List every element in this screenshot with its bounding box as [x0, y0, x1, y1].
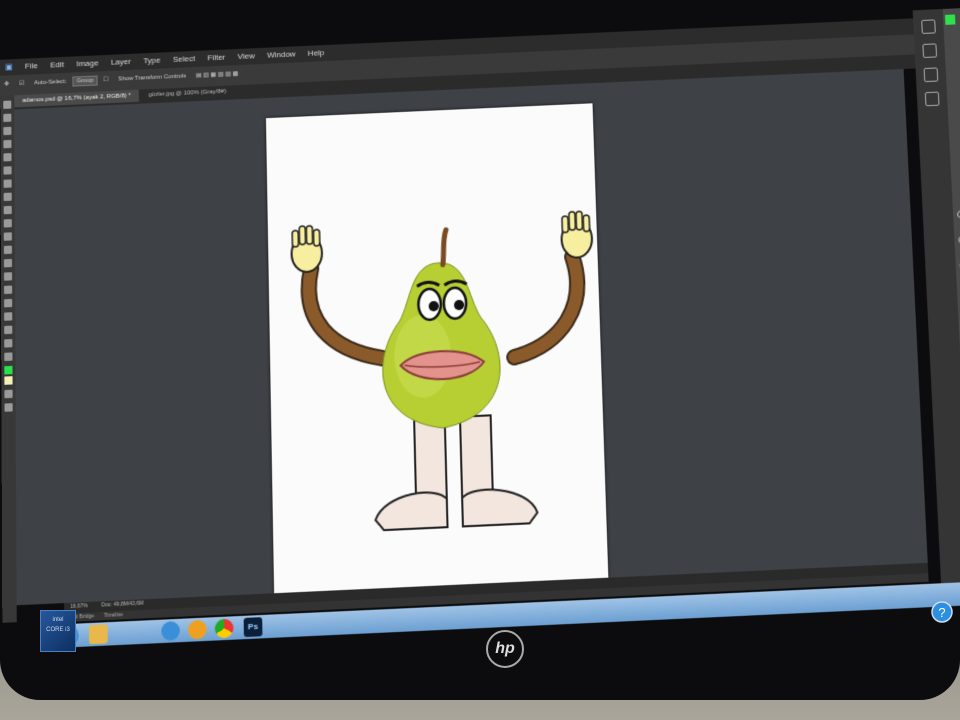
marquee-tool-icon[interactable]: [3, 113, 12, 123]
zoom-tool-icon[interactable]: [4, 352, 13, 362]
menu-window[interactable]: Window: [262, 46, 301, 60]
color-panel-swatch[interactable]: [944, 14, 956, 25]
crop-tool-icon[interactable]: [3, 153, 12, 162]
move-tool-icon[interactable]: [3, 100, 12, 109]
explorer-taskbar-icon[interactable]: [88, 624, 108, 645]
tab-timeline[interactable]: Timeline: [100, 611, 128, 621]
align-icons[interactable]: ▤ ▥ ▦ ▧ ▨ ▩: [192, 65, 243, 79]
transform-controls-label: Show Transform Controls: [118, 73, 187, 83]
blur-tool-icon[interactable]: [3, 258, 13, 268]
background-color-swatch[interactable]: [4, 376, 13, 385]
intel-sub-label: CORE i3: [46, 627, 70, 633]
photoshop-taskbar-icon[interactable]: Ps: [243, 617, 263, 638]
brush-tool-icon[interactable]: [3, 192, 12, 202]
canvas-workspace: [14, 68, 928, 606]
auto-select-checkbox[interactable]: ☑: [15, 75, 29, 88]
ie-taskbar-icon[interactable]: [161, 620, 180, 641]
menu-layer[interactable]: Layer: [106, 54, 136, 67]
healing-brush-tool-icon[interactable]: [3, 179, 12, 188]
left-glove-icon: [291, 225, 322, 272]
menu-filter[interactable]: Filter: [202, 49, 230, 63]
type-tool-icon[interactable]: [4, 298, 13, 308]
menu-edit[interactable]: Edit: [45, 57, 69, 70]
menu-file[interactable]: File: [20, 58, 43, 71]
ps-logo-icon: ▣: [5, 62, 13, 72]
dodge-tool-icon[interactable]: [3, 272, 13, 281]
svg-text:?: ?: [938, 605, 945, 620]
lasso-tool-icon[interactable]: [3, 126, 12, 136]
clone-stamp-tool-icon[interactable]: [3, 205, 12, 215]
document-canvas[interactable]: [265, 103, 608, 594]
gradient-tool-icon[interactable]: [3, 245, 12, 255]
properties-panel-icon[interactable]: [922, 43, 938, 59]
quick-mask-icon[interactable]: [4, 389, 13, 399]
media-player-taskbar-icon[interactable]: [187, 619, 207, 640]
help-icon[interactable]: ?: [930, 600, 954, 624]
quick-select-tool-icon[interactable]: [3, 139, 12, 149]
adjustments-panel-icon[interactable]: [924, 91, 940, 107]
chrome-taskbar-icon[interactable]: [214, 618, 234, 639]
eraser-tool-icon[interactable]: [3, 232, 12, 241]
pen-tool-icon[interactable]: [4, 285, 13, 295]
hp-logo: hp: [486, 630, 524, 668]
menu-help[interactable]: Help: [303, 45, 330, 58]
auto-select-dropdown[interactable]: Group: [72, 75, 98, 87]
shape-tool-icon[interactable]: [4, 325, 13, 335]
pear-character-illustration: [266, 103, 608, 593]
hand-tool-icon[interactable]: [4, 338, 13, 348]
screen-mode-icon[interactable]: [4, 403, 13, 412]
doc-info[interactable]: Doc: 49,8M/43,6M: [95, 599, 150, 610]
move-tool-icon[interactable]: ✥: [0, 75, 13, 88]
history-panel-icon[interactable]: [921, 19, 936, 34]
intel-label: intel: [52, 617, 64, 623]
menu-image[interactable]: Image: [71, 55, 103, 69]
auto-select-label: Auto-Select:: [34, 78, 67, 87]
menu-select[interactable]: Select: [168, 51, 200, 65]
intel-sticker: intel CORE i3: [40, 610, 76, 652]
foreground-color-swatch[interactable]: [4, 365, 13, 375]
menu-view[interactable]: View: [232, 48, 259, 61]
right-glove-icon: [561, 211, 593, 258]
menu-type[interactable]: Type: [138, 52, 166, 66]
transform-checkbox[interactable]: ☐: [99, 71, 113, 84]
eyedropper-tool-icon[interactable]: [3, 166, 12, 175]
monitor-screen: ▣ File Edit Image Layer Type Select Filt…: [0, 0, 960, 682]
actions-panel-icon[interactable]: [923, 67, 939, 83]
path-select-tool-icon[interactable]: [4, 312, 13, 321]
history-brush-tool-icon[interactable]: [3, 219, 12, 228]
